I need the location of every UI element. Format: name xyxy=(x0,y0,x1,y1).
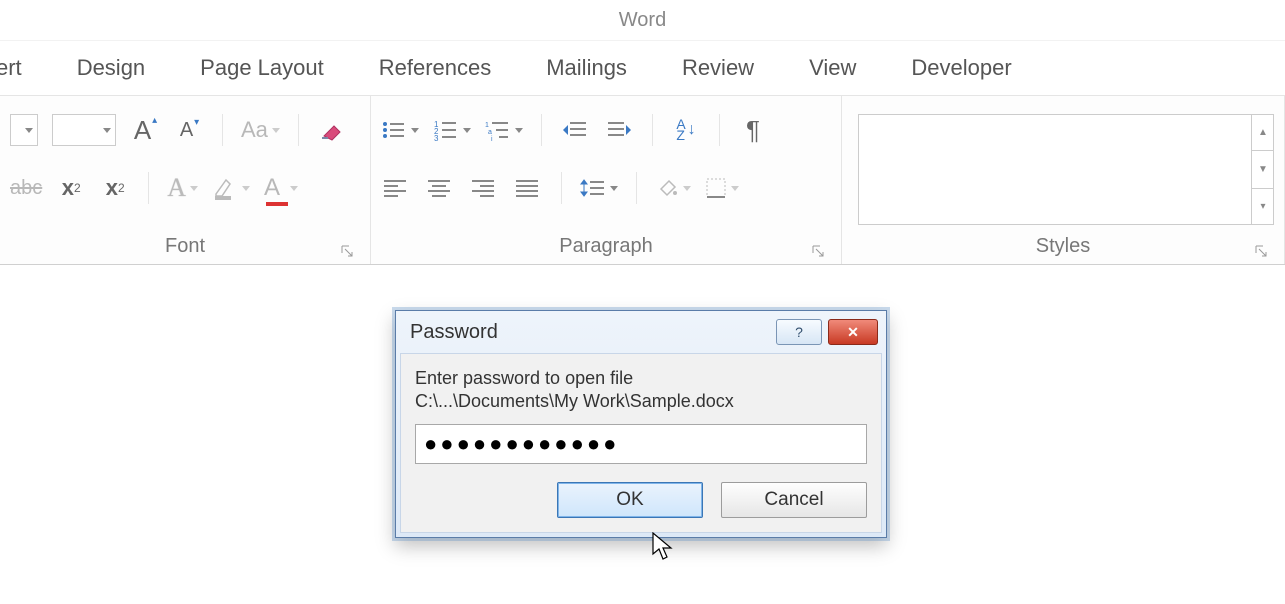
styles-gallery[interactable]: ▲ ▼ ▾ xyxy=(858,114,1274,225)
tab-mailings[interactable]: Mailings xyxy=(546,55,627,81)
svg-text:a: a xyxy=(488,129,492,136)
group-styles: ▲ ▼ ▾ Styles xyxy=(842,96,1285,264)
sort-button[interactable]: AZ ↓ xyxy=(671,114,701,146)
bullets-icon xyxy=(381,119,407,141)
align-left-button[interactable] xyxy=(381,172,411,204)
grow-font-button[interactable]: A▴ xyxy=(130,114,160,146)
group-label-styles: Styles xyxy=(852,231,1274,264)
tab-developer[interactable]: Developer xyxy=(911,55,1011,81)
dialog-titlebar[interactable]: Password ? ✕ xyxy=(396,311,886,353)
gallery-scroll-up-button[interactable]: ▲ xyxy=(1252,114,1274,151)
group-paragraph: 123 1ai AZ ↓ ¶ xyxy=(371,96,842,264)
align-right-icon xyxy=(472,178,496,198)
align-right-button[interactable] xyxy=(469,172,499,204)
separator xyxy=(719,114,720,146)
separator xyxy=(652,114,653,146)
shading-button[interactable] xyxy=(655,172,691,204)
change-case-button[interactable]: Aa xyxy=(241,114,280,146)
align-center-button[interactable] xyxy=(425,172,455,204)
align-center-icon xyxy=(428,178,452,198)
dialog-title: Password xyxy=(410,321,498,344)
highlight-button[interactable] xyxy=(212,172,250,204)
line-spacing-icon xyxy=(580,177,606,199)
svg-text:3: 3 xyxy=(434,134,439,141)
shrink-font-button[interactable]: A▾ xyxy=(174,114,204,146)
multilevel-list-button[interactable]: 1ai xyxy=(485,114,523,146)
ribbon: A▴ A▾ Aa abc xyxy=(0,95,1285,265)
close-icon: ✕ xyxy=(847,324,859,341)
subscript-button[interactable]: x2 xyxy=(56,172,86,204)
dialog-prompt: Enter password to open file xyxy=(415,368,867,389)
window-title: Word xyxy=(0,0,1285,41)
highlight-icon xyxy=(212,174,238,202)
font-size-dropdown[interactable] xyxy=(52,114,116,146)
separator xyxy=(298,114,299,146)
font-dialog-launcher-icon[interactable] xyxy=(340,244,354,258)
numbering-button[interactable]: 123 xyxy=(433,114,471,146)
decrease-indent-button[interactable] xyxy=(560,114,590,146)
font-name-dropdown[interactable] xyxy=(10,114,38,146)
dialog-filepath: C:\...\Documents\My Work\Sample.docx xyxy=(415,391,867,412)
tab-references[interactable]: References xyxy=(379,55,492,81)
separator xyxy=(541,114,542,146)
tab-review[interactable]: Review xyxy=(682,55,754,81)
separator xyxy=(148,172,149,204)
svg-text:i: i xyxy=(491,136,493,141)
styles-dialog-launcher-icon[interactable] xyxy=(1254,244,1268,258)
justify-icon xyxy=(516,178,540,198)
superscript-button[interactable]: x2 xyxy=(100,172,130,204)
gallery-scroll-down-button[interactable]: ▼ xyxy=(1252,151,1274,188)
increase-indent-button[interactable] xyxy=(604,114,634,146)
gallery-expand-button[interactable]: ▾ xyxy=(1252,189,1274,225)
ok-button[interactable]: OK xyxy=(557,482,703,518)
help-icon: ? xyxy=(795,324,803,340)
line-spacing-button[interactable] xyxy=(580,172,618,204)
tab-page-layout[interactable]: Page Layout xyxy=(200,55,324,81)
tab-design[interactable]: Design xyxy=(77,55,145,81)
separator xyxy=(222,114,223,146)
group-label-font: Font xyxy=(10,231,360,264)
cancel-button[interactable]: Cancel xyxy=(721,482,867,518)
separator xyxy=(636,172,637,204)
bullets-button[interactable] xyxy=(381,114,419,146)
group-label-paragraph: Paragraph xyxy=(381,231,831,264)
clear-formatting-button[interactable] xyxy=(317,114,347,146)
password-dialog: Password ? ✕ Enter password to open file… xyxy=(395,310,887,538)
dialog-help-button[interactable]: ? xyxy=(776,319,822,345)
outdent-icon xyxy=(562,119,588,141)
password-input[interactable] xyxy=(415,424,867,464)
group-font: A▴ A▾ Aa abc xyxy=(0,96,371,264)
tab-view[interactable]: View xyxy=(809,55,856,81)
dialog-close-button[interactable]: ✕ xyxy=(828,319,878,345)
font-color-button[interactable]: A xyxy=(264,172,298,204)
paint-bucket-icon xyxy=(655,177,679,199)
indent-icon xyxy=(606,119,632,141)
text-effects-button[interactable]: A xyxy=(167,172,198,204)
show-hide-marks-button[interactable]: ¶ xyxy=(738,114,768,146)
numbering-icon: 123 xyxy=(433,119,459,141)
multilevel-icon: 1ai xyxy=(485,119,511,141)
align-left-icon xyxy=(384,178,408,198)
borders-icon xyxy=(705,177,727,199)
borders-button[interactable] xyxy=(705,172,739,204)
tab-insert-partial[interactable]: ert xyxy=(0,55,22,81)
paragraph-dialog-launcher-icon[interactable] xyxy=(811,244,825,258)
separator xyxy=(561,172,562,204)
strikethrough-button[interactable]: abc xyxy=(10,172,42,204)
justify-button[interactable] xyxy=(513,172,543,204)
svg-text:1: 1 xyxy=(485,122,489,129)
ribbon-tabs: ert Design Page Layout References Mailin… xyxy=(0,41,1285,95)
eraser-icon xyxy=(318,116,346,144)
